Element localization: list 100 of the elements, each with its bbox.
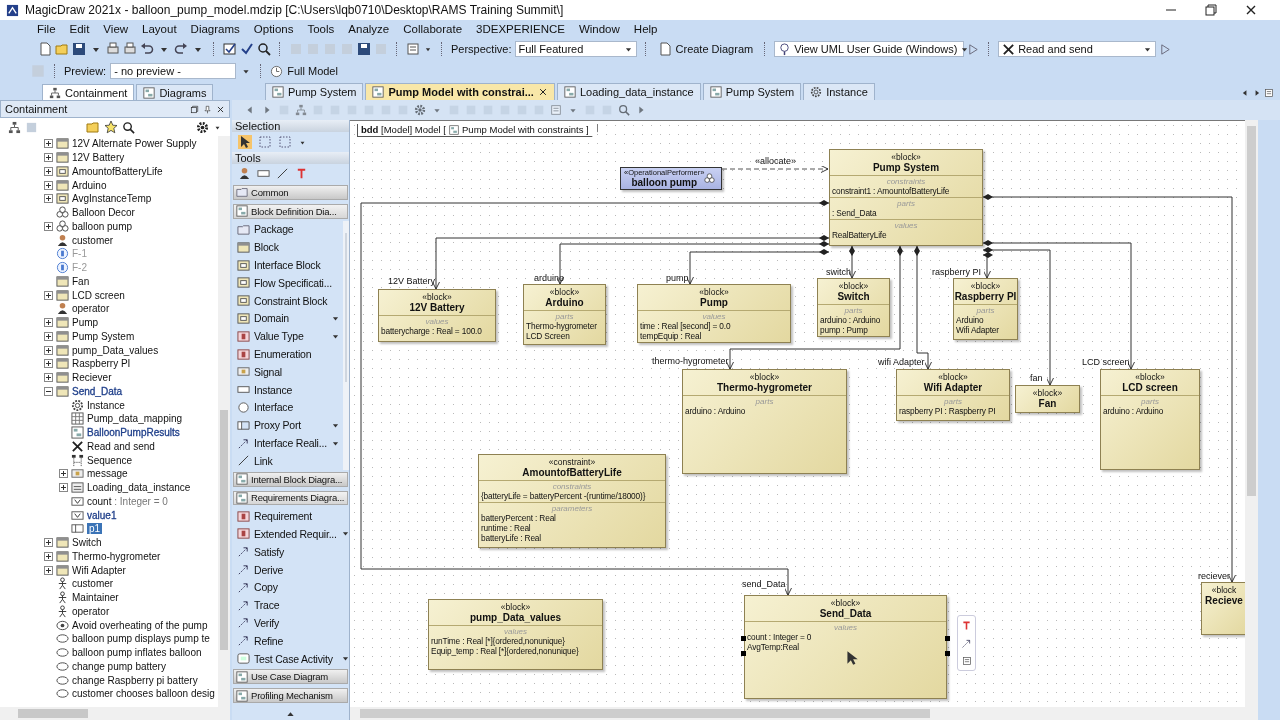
palette-item[interactable]: Constraint Block	[232, 291, 343, 310]
palette-item[interactable]: Copy	[232, 578, 349, 597]
expand-toggle[interactable]	[44, 139, 53, 149]
menu-item[interactable]: File	[30, 23, 63, 35]
expand-toggle[interactable]	[44, 290, 53, 300]
list-icon[interactable]	[406, 42, 420, 56]
play-icon[interactable]	[967, 42, 981, 56]
tree-item[interactable]: Loading_data_instance	[87, 482, 191, 494]
diagram-tab[interactable]: Pump System	[265, 83, 364, 100]
macro-dropdown[interactable]: Read and send	[998, 41, 1157, 57]
tree-item[interactable]: Read and send	[87, 440, 155, 452]
person-icon[interactable]	[238, 167, 251, 180]
palette-group-header[interactable]: Requirements Diagra...	[233, 490, 348, 506]
tree-item[interactable]: Arduino	[72, 179, 107, 191]
selection-handle[interactable]	[741, 651, 746, 656]
undo-arrow-icon[interactable]	[140, 42, 154, 56]
menu-item[interactable]: Options	[246, 23, 301, 35]
tree-item[interactable]: Raspberry PI	[72, 358, 131, 370]
diagram-tab[interactable]: Pump Model with constrai...	[365, 83, 555, 100]
tree-item[interactable]: customer	[72, 578, 114, 590]
close-icon[interactable]	[537, 87, 548, 97]
close-icon[interactable]	[216, 104, 225, 114]
tree-item[interactable]: pump_Data_values	[72, 344, 159, 356]
dashed-arrow-icon[interactable]	[961, 638, 972, 649]
tree-item[interactable]: balloon pump displays pump te	[72, 633, 210, 645]
tree-item[interactable]: 12V Battery	[72, 152, 125, 164]
tree-item[interactable]: customer	[72, 234, 114, 246]
tree-item[interactable]: Instance	[87, 399, 125, 411]
scrollbar[interactable]	[350, 707, 1258, 720]
palette-item[interactable]: Extended Requir...	[232, 525, 349, 543]
tree-item[interactable]: Pump	[72, 317, 99, 329]
palette-item[interactable]: Interface	[232, 398, 343, 417]
browser-tab[interactable]: Diagrams	[136, 84, 214, 100]
create-diagram-button[interactable]: Create Diagram	[654, 41, 757, 57]
expand-toggle[interactable]	[44, 166, 53, 176]
check-icon[interactable]	[240, 42, 254, 56]
tree-item[interactable]: count : Integer = 0	[87, 495, 168, 507]
preview-field[interactable]: - no preview -	[110, 63, 237, 79]
close-icon[interactable]	[1244, 3, 1258, 17]
palette-group-header[interactable]: Common	[233, 185, 348, 200]
scrollbar[interactable]	[218, 136, 230, 707]
tree-item[interactable]: message	[87, 468, 128, 480]
selection-handle[interactable]	[945, 651, 950, 656]
search-icon[interactable]	[257, 42, 271, 56]
palette-item[interactable]: Trace	[232, 596, 349, 615]
palette-item[interactable]: Interface Block	[232, 256, 343, 274]
palette-group-header[interactable]: Internal Block Diagra...	[233, 471, 348, 487]
menu-item[interactable]: 3DEXPERIENCE	[469, 23, 572, 35]
diagram-tab[interactable]: Instance	[803, 83, 875, 100]
palette-item[interactable]: Enumeration	[232, 345, 343, 363]
printer-icon[interactable]	[106, 42, 120, 56]
tree-item[interactable]: Pump_data_mapping	[87, 413, 183, 425]
scrollbar[interactable]	[0, 707, 230, 720]
expand-toggle[interactable]	[44, 551, 53, 561]
collapse-toggle[interactable]	[44, 386, 53, 396]
text-tool-icon[interactable]	[295, 167, 308, 180]
tree-item[interactable]: Sequence	[87, 454, 133, 466]
palette-item[interactable]: Satisfy	[232, 542, 349, 561]
palette-item[interactable]: Instance	[232, 380, 343, 399]
expand-toggle[interactable]	[44, 221, 53, 231]
tree-item[interactable]: Send_Data	[72, 385, 123, 397]
tree-item[interactable]: Thermo-hygrometer	[72, 550, 161, 562]
tree-item[interactable]: AmountofBatteryLife	[72, 165, 163, 177]
scrollbar[interactable]	[342, 220, 349, 470]
hierarchy-icon[interactable]	[8, 120, 21, 134]
tree-item[interactable]: customer chooses balloon desig	[72, 688, 215, 700]
tree-item[interactable]: p1	[87, 523, 103, 535]
expand-toggle[interactable]	[44, 180, 53, 190]
tree-item[interactable]: Fan	[72, 275, 90, 287]
expand-toggle[interactable]	[44, 331, 53, 341]
tree-item[interactable]: balloon pump	[72, 220, 133, 232]
expand-toggle[interactable]	[59, 483, 68, 493]
scrollbar[interactable]	[1245, 120, 1258, 707]
menu-item[interactable]: View	[96, 23, 136, 35]
list-icon[interactable]	[961, 656, 972, 667]
expand-toggle[interactable]	[44, 373, 53, 383]
menu-item[interactable]: Collaborate	[396, 23, 470, 35]
tree-item[interactable]: 12V Alternate Power Supply	[72, 138, 197, 150]
palette-item[interactable]: Derive	[232, 560, 349, 579]
tree-item[interactable]: Balloon Decor	[72, 207, 135, 219]
menu-item[interactable]: Analyze	[341, 23, 397, 35]
tree-item[interactable]: Pump System	[72, 330, 135, 342]
palette-item[interactable]: Interface Reali...	[232, 434, 343, 452]
restore-icon[interactable]	[190, 104, 199, 114]
menu-item[interactable]: Tools	[300, 23, 342, 35]
tree-item[interactable]: LCD screen	[72, 289, 125, 301]
palette-group-header[interactable]: Use Case Diagram	[233, 669, 348, 685]
tree-item[interactable]: AvgInstanceTemp	[72, 193, 152, 205]
perspective-dropdown[interactable]: Full Featured	[514, 41, 637, 57]
selection-handle[interactable]	[741, 636, 746, 641]
palette-item[interactable]: Signal	[232, 362, 343, 381]
expand-toggle[interactable]	[44, 194, 53, 204]
menu-item[interactable]: Window	[571, 23, 627, 35]
palette-item[interactable]: Link	[232, 451, 343, 470]
palette-item[interactable]: Refine	[232, 631, 349, 650]
arrow-cursor-icon[interactable]	[238, 135, 252, 149]
tree-item[interactable]: change Raspberry pi battery	[72, 674, 198, 686]
tree-item[interactable]: Switch	[72, 537, 102, 549]
star-icon[interactable]	[104, 120, 118, 134]
palette-item[interactable]: Flow Specificati...	[232, 273, 343, 292]
